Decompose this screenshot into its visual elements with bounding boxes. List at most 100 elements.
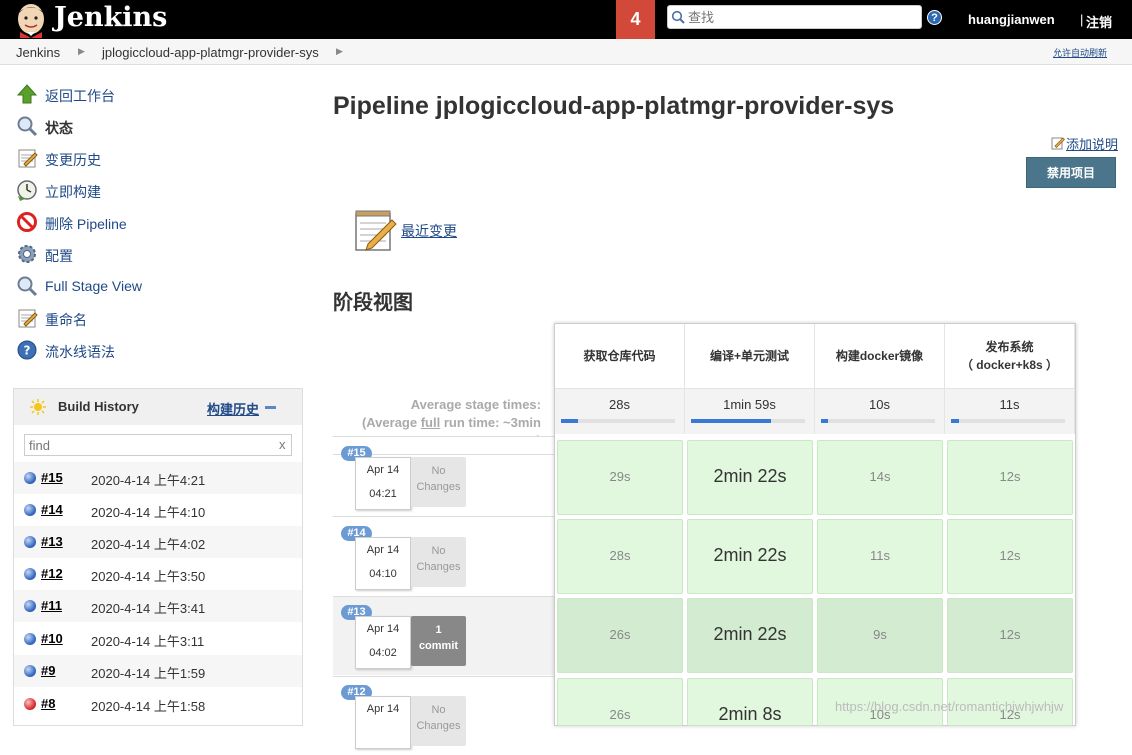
build-number-link[interactable]: #8 [41,696,55,711]
stage-cell[interactable]: 12s [947,440,1073,515]
full-run-link[interactable]: full [421,415,441,430]
add-description-link[interactable]: 添加说明 [1066,134,1118,153]
build-number-link[interactable]: #10 [41,631,63,646]
avg-label-pre: (Average [361,415,421,430]
build-date-link[interactable]: 2020-4-14 上午3:50 [91,566,205,585]
build-row[interactable]: #15 2020-4-14 上午4:21 [14,462,302,494]
build-row[interactable]: #9 2020-4-14 上午1:59 [14,655,302,687]
breadcrumb-arrow-icon[interactable]: ▶ [78,46,85,57]
run-date: Apr 14 [366,464,400,476]
stage-cell[interactable]: 12s [947,519,1073,594]
status-ball-icon [24,568,36,580]
stage-average: 1min 59s [685,388,815,434]
status-ball-icon [24,633,36,645]
stage-average-track [561,419,675,423]
build-date-link[interactable]: 2020-4-14 上午4:21 [91,470,205,489]
build-date-link[interactable]: 2020-4-14 上午1:58 [91,696,205,715]
search-box[interactable] [667,5,922,29]
logout-link[interactable]: 注销 [1086,12,1112,31]
task-label[interactable]: 配置 [45,246,73,266]
task-label[interactable]: 返回工作台 [45,86,115,106]
stage-cell[interactable]: 28s [557,519,683,594]
stage-cell[interactable]: 2min 22s [687,598,813,673]
stage-cell[interactable]: 11s [817,519,943,594]
build-row[interactable]: #12 2020-4-14 上午3:50 [14,558,302,590]
up-arrow-icon [16,84,38,104]
breadcrumb-arrow-icon[interactable]: ▶ [336,46,343,57]
clear-filter-icon[interactable]: x [279,437,286,452]
run-changes[interactable]: No Changes [411,537,466,587]
build-row[interactable]: #8 2020-4-14 上午1:58 [14,688,302,720]
stage-cell[interactable]: 12s [947,598,1073,673]
search-input[interactable] [688,8,918,26]
build-row[interactable]: #11 2020-4-14 上午3:41 [14,590,302,622]
stage-duration: 2min 8s [718,704,782,724]
build-filter-input[interactable] [29,437,269,453]
build-history-link[interactable]: 构建历史 [207,399,259,418]
build-row[interactable]: #10 2020-4-14 上午3:11 [14,623,302,655]
breadcrumb-jenkins[interactable]: Jenkins [16,45,60,60]
build-date-link[interactable]: 2020-4-14 上午3:41 [91,598,205,617]
build-number-link[interactable]: #9 [41,663,55,678]
task-label[interactable]: 立即构建 [45,182,101,202]
task-label[interactable]: Full Stage View [45,278,142,294]
task-label[interactable]: 重命名 [45,310,87,330]
run-changes[interactable]: No Changes [411,696,466,746]
stage-cell[interactable]: 26s [557,678,683,726]
stage-cell[interactable]: 2min 22s [687,519,813,594]
build-number-link[interactable]: #11 [41,598,62,613]
run-date: Apr 14 [366,703,400,715]
build-date-link[interactable]: 2020-4-14 上午3:11 [91,631,204,650]
run-changes[interactable]: No Changes [411,457,466,507]
recent-changes-link[interactable]: 最近变更 [401,221,457,241]
stage-cell[interactable]: 2min 22s [687,440,813,515]
build-date-link[interactable]: 2020-4-14 上午4:02 [91,534,205,553]
build-filter-box[interactable]: x [24,434,292,456]
stage-cell[interactable]: 14s [817,440,943,515]
build-row[interactable]: #13 2020-4-14 上午4:02 [14,526,302,558]
status-ball-icon [24,504,36,516]
help-icon[interactable]: ? [927,10,942,25]
task-label[interactable]: 流水线语法 [45,342,115,362]
build-number-link[interactable]: #15 [41,470,63,485]
build-number-link[interactable]: #14 [41,502,63,517]
notification-badge[interactable]: 4 [616,0,655,39]
run-date-box[interactable]: Apr 14 04:21 [355,457,411,510]
stage-name: 发布系统 （ docker+k8s ） [960,340,1059,372]
status-ball-icon [24,472,36,484]
task-label[interactable]: 删除 Pipeline [45,214,127,234]
stage-name: 构建docker镜像 [835,349,924,363]
build-number-link[interactable]: #13 [41,534,63,549]
build-date-link[interactable]: 2020-4-14 上午1:59 [91,663,205,682]
edit-icon[interactable] [1051,136,1065,150]
changes-line2: Changes [416,561,461,573]
auto-refresh-link[interactable]: 允许自动刷新 [1053,46,1107,59]
stage-header: 编译+单元测试 [685,324,815,388]
stage-cell[interactable]: 29s [557,440,683,515]
collapse-icon[interactable] [265,406,276,409]
build-date-link[interactable]: 2020-4-14 上午4:10 [91,502,205,521]
build-row[interactable]: #14 2020-4-14 上午4:10 [14,494,302,526]
task-label[interactable]: 变更历史 [45,150,101,170]
run-changes[interactable]: 1 commit [411,616,466,666]
jenkins-butler-logo-icon[interactable] [12,2,50,38]
build-number-link[interactable]: #12 [41,566,63,581]
stage-cell[interactable]: 9s [817,598,943,673]
stage-average: 10s [815,388,945,434]
stage-duration: 29s [609,469,631,484]
top-header: Jenkins 4 ? huangjianwen | 注销 [0,0,1132,39]
task-label[interactable]: 状态 [45,118,73,138]
stage-average-time: 10s [869,397,890,412]
breadcrumb-job[interactable]: jplogiccloud-app-platmgr-provider-sys [102,45,319,60]
stage-cell[interactable]: 2min 8s [687,678,813,726]
run-date-box[interactable]: Apr 14 04:02 [355,616,411,669]
run-date-box[interactable]: Apr 14 04:10 [355,537,411,590]
stage-cell[interactable]: 26s [557,598,683,673]
clock-build-icon [17,180,37,201]
run-time: 04:02 [369,647,397,659]
user-link[interactable]: huangjianwen [968,12,1055,27]
run-date-box[interactable]: Apr 14 [355,696,411,749]
disable-project-button[interactable]: 禁用项目 [1026,157,1116,188]
logo-text[interactable]: Jenkins [54,2,167,33]
watermark: https://blog.csdn.net/romantichjwhjwhjw [835,699,1064,714]
